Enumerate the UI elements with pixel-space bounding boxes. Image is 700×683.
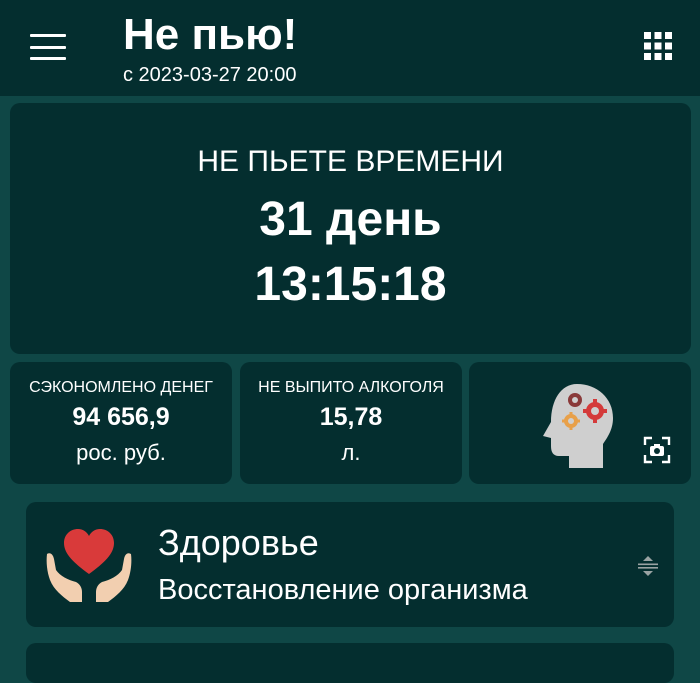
app-title: Не пью! bbox=[123, 10, 298, 59]
head-gears-icon bbox=[543, 384, 613, 468]
health-title: Здоровье bbox=[158, 522, 319, 563]
money-saved-title: СЭКОНОМЛЕНО ДЕНЕГ bbox=[29, 379, 213, 396]
next-section-card[interactable] bbox=[26, 643, 674, 683]
health-subtitle: Восстановление организма bbox=[158, 574, 528, 606]
alcohol-not-drunk-unit: л. bbox=[341, 440, 361, 465]
timer-clock: 13:15:18 bbox=[254, 258, 447, 311]
screenshot-camera-icon[interactable] bbox=[643, 436, 671, 464]
timer-days: 31 день bbox=[259, 193, 442, 246]
alcohol-not-drunk-card[interactable]: НЕ ВЫПИТО АЛКОГОЛЯ 15,78 л. bbox=[240, 362, 462, 484]
expand-collapse-icon[interactable] bbox=[636, 555, 660, 577]
timer-label: НЕ ПЬЕТЕ ВРЕМЕНИ bbox=[197, 145, 504, 178]
brain-card[interactable] bbox=[469, 362, 691, 484]
money-saved-value: 94 656,9 bbox=[72, 403, 170, 431]
since-date: с 2023-03-27 20:00 bbox=[123, 64, 297, 86]
alcohol-not-drunk-title: НЕ ВЫПИТО АЛКОГОЛЯ bbox=[258, 379, 444, 396]
abstinence-timer-card: НЕ ПЬЕТЕ ВРЕМЕНИ 31 день 13:15:18 bbox=[10, 103, 691, 354]
heart-in-hands-icon bbox=[46, 529, 132, 602]
app-bar: Не пью! с 2023-03-27 20:00 bbox=[0, 0, 700, 96]
alcohol-not-drunk-value: 15,78 bbox=[319, 403, 383, 431]
apps-grid-icon[interactable] bbox=[643, 31, 673, 61]
health-card[interactable]: Здоровье Восстановление организма bbox=[26, 502, 674, 627]
money-saved-unit: рос. руб. bbox=[76, 440, 166, 465]
hamburger-menu-icon[interactable] bbox=[28, 30, 68, 64]
money-saved-card[interactable]: СЭКОНОМЛЕНО ДЕНЕГ 94 656,9 рос. руб. bbox=[10, 362, 232, 484]
